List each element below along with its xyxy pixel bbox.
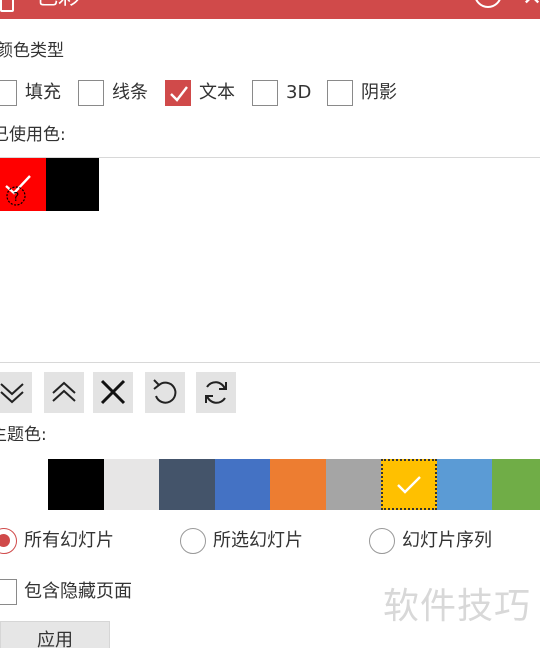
help-icon[interactable] bbox=[474, 0, 502, 8]
used-swatch-black[interactable] bbox=[46, 158, 99, 211]
theme-swatch-light-blue[interactable] bbox=[437, 459, 492, 510]
radio-all-slides[interactable] bbox=[0, 528, 17, 554]
radio-slide-sequence[interactable] bbox=[369, 528, 395, 554]
include-hidden-checkbox[interactable] bbox=[0, 579, 17, 605]
radio-selected-slides[interactable] bbox=[180, 528, 206, 554]
theme-swatch-blue[interactable] bbox=[215, 459, 270, 510]
check-icon: ? bbox=[5, 175, 31, 206]
checkbox-text[interactable] bbox=[165, 80, 191, 106]
radio-all-slides-label: 所有幻灯片 bbox=[24, 530, 114, 551]
radio-selected-slides-label: 所选幻灯片 bbox=[213, 530, 303, 551]
theme-colors-heading: 主题色: bbox=[0, 425, 47, 445]
move-down-button[interactable] bbox=[0, 372, 32, 413]
theme-swatch-orange[interactable] bbox=[270, 459, 326, 510]
radio-slide-sequence-label: 幻灯片序列 bbox=[402, 530, 492, 551]
theme-swatch-green[interactable] bbox=[492, 459, 540, 510]
refresh-icon bbox=[205, 381, 227, 404]
delete-button[interactable] bbox=[93, 372, 133, 413]
apply-button[interactable]: 应用 bbox=[0, 621, 110, 648]
checkbox-shadow-label: 阴影 bbox=[361, 82, 397, 103]
checkbox-3d-label: 3D bbox=[286, 82, 312, 103]
double-chevron-down-icon bbox=[0, 383, 24, 404]
double-chevron-up-icon bbox=[52, 381, 76, 402]
close-icon[interactable]: ✕ bbox=[522, 0, 540, 10]
svg-text:?: ? bbox=[13, 190, 19, 204]
window-title: 色彩 bbox=[36, 0, 80, 12]
checkbox-line-label: 线条 bbox=[112, 82, 148, 103]
checkbox-fill-label: 填充 bbox=[25, 82, 61, 103]
close-x-icon bbox=[100, 379, 126, 405]
theme-swatch-white[interactable] bbox=[0, 459, 48, 510]
check-icon bbox=[397, 476, 421, 494]
undo-button[interactable] bbox=[145, 372, 185, 413]
color-type-heading: 颜色类型 bbox=[0, 41, 64, 61]
include-hidden-label: 包含隐藏页面 bbox=[24, 581, 132, 602]
checkbox-3d[interactable] bbox=[252, 80, 278, 106]
used-colors-heading: 已使用色: bbox=[0, 125, 66, 145]
title-bar: 色彩 ✕ bbox=[0, 0, 540, 19]
watermark: 软件技巧 bbox=[383, 586, 532, 627]
theme-swatch-slate[interactable] bbox=[159, 459, 215, 510]
app-icon bbox=[0, 0, 14, 12]
theme-swatch-black[interactable] bbox=[48, 459, 104, 510]
check-icon bbox=[170, 86, 188, 102]
refresh-button[interactable] bbox=[196, 372, 236, 413]
used-colors-panel: ? bbox=[0, 157, 540, 363]
checkbox-line[interactable] bbox=[78, 80, 104, 106]
checkbox-shadow[interactable] bbox=[327, 80, 353, 106]
theme-swatch-gray[interactable] bbox=[326, 459, 381, 510]
used-swatch-red[interactable]: ? bbox=[0, 158, 46, 211]
undo-icon bbox=[153, 379, 177, 404]
checkbox-fill[interactable] bbox=[0, 80, 17, 106]
theme-colors-row bbox=[0, 459, 540, 510]
checkbox-text-label: 文本 bbox=[199, 82, 235, 103]
theme-swatch-gold[interactable] bbox=[381, 459, 437, 510]
move-up-button[interactable] bbox=[44, 372, 84, 413]
theme-swatch-light-gray[interactable] bbox=[104, 459, 159, 510]
